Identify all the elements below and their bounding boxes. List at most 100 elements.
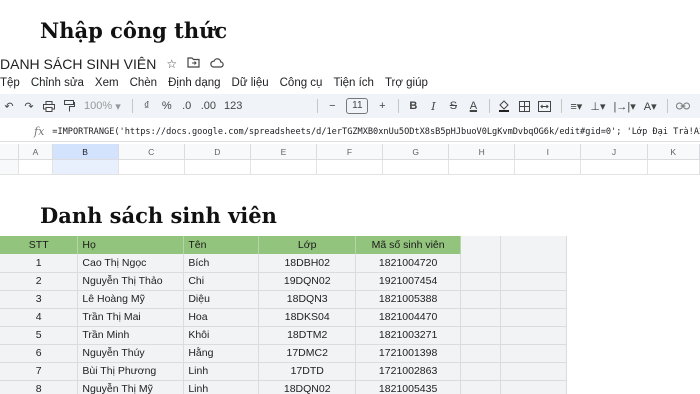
cell-lop[interactable]: 18DQN02 xyxy=(258,380,357,394)
menu-file[interactable]: Tệp xyxy=(0,77,20,89)
formula-input[interactable]: =IMPORTRANGE('https://docs.google.com/sp… xyxy=(52,127,700,137)
cell[interactable] xyxy=(316,160,384,175)
cell-ho[interactable]: Nguyễn Thị Mỹ xyxy=(77,380,185,394)
cell-ma-so[interactable]: 1821004720 xyxy=(355,254,462,273)
cell-ho[interactable]: Cao Thị Ngọc xyxy=(77,254,185,273)
menu-view[interactable]: Xem xyxy=(95,77,119,89)
cell[interactable] xyxy=(515,160,582,175)
cell-ho[interactable]: Trần Minh xyxy=(77,326,185,345)
currency-format-button[interactable]: ₫ xyxy=(138,96,156,116)
redo-icon[interactable]: ↷ xyxy=(20,96,38,116)
cell-ten[interactable]: Hoa xyxy=(183,308,260,327)
empty-cell[interactable] xyxy=(500,308,567,327)
cell[interactable] xyxy=(184,160,251,175)
document-title[interactable]: DANH SÁCH SINH VIÊN xyxy=(0,56,156,72)
column-header-c[interactable]: C xyxy=(119,144,185,159)
cell-stt[interactable]: 8 xyxy=(0,380,79,394)
cell-ma-so[interactable]: 1721001398 xyxy=(355,344,462,363)
paint-format-icon[interactable] xyxy=(60,96,78,116)
strikethrough-icon[interactable]: S xyxy=(444,96,462,116)
folder-move-icon[interactable] xyxy=(187,57,200,71)
empty-cell[interactable] xyxy=(500,290,567,309)
header-ma-so[interactable]: Mã số sinh viên xyxy=(355,236,462,254)
decrease-decimal-button[interactable]: .0 xyxy=(178,96,196,116)
undo-icon[interactable]: ↶ xyxy=(0,96,18,116)
cell-ten[interactable]: Hằng xyxy=(183,344,260,363)
italic-icon[interactable]: I xyxy=(424,96,442,116)
cell[interactable] xyxy=(118,160,185,175)
column-header-f[interactable]: F xyxy=(317,144,384,159)
column-header-a[interactable]: A xyxy=(19,144,53,159)
vertical-align-icon[interactable]: ⊥▾ xyxy=(587,96,608,116)
text-rotation-icon[interactable]: A▾ xyxy=(641,96,660,116)
column-header-h[interactable]: H xyxy=(449,144,516,159)
cell[interactable] xyxy=(449,160,516,175)
menu-extensions[interactable]: Tiện ích xyxy=(333,77,373,89)
header-ten[interactable]: Tên xyxy=(183,236,260,254)
empty-cell[interactable] xyxy=(500,254,567,273)
cell-ho[interactable]: Nguyễn Thị Thảo xyxy=(77,272,185,291)
cell-ho[interactable]: Bùi Thị Phương xyxy=(77,362,185,381)
empty-cell[interactable] xyxy=(460,254,502,273)
increase-decimal-button[interactable]: .00 xyxy=(198,96,219,116)
cell-ma-so[interactable]: 1821003271 xyxy=(355,326,462,345)
empty-cell[interactable] xyxy=(460,308,502,327)
cell-stt[interactable]: 2 xyxy=(0,272,79,291)
cell[interactable] xyxy=(383,160,450,175)
cell-ma-so[interactable]: 1821005435 xyxy=(355,380,462,394)
cell-ho[interactable]: Trần Thị Mai xyxy=(77,308,185,327)
column-header-i[interactable]: I xyxy=(515,144,582,159)
font-size-input[interactable]: 11 xyxy=(343,96,371,116)
empty-cell[interactable] xyxy=(460,380,502,394)
cell-ten[interactable]: Diệu xyxy=(183,290,260,309)
cell-lop[interactable]: 17DMC2 xyxy=(258,344,357,363)
cell-ma-so[interactable]: 1721002863 xyxy=(355,362,462,381)
cell-lop[interactable]: 17DTD xyxy=(258,362,357,381)
header-stt[interactable]: STT xyxy=(0,236,79,254)
empty-cell[interactable] xyxy=(500,344,567,363)
merge-cells-icon[interactable] xyxy=(535,96,554,116)
menu-insert[interactable]: Chèn xyxy=(130,77,158,89)
fill-color-icon[interactable] xyxy=(495,96,513,116)
cell-lop[interactable]: 18DBH02 xyxy=(258,254,357,273)
empty-cell[interactable] xyxy=(460,362,502,381)
menu-tools[interactable]: Công cụ xyxy=(280,77,323,89)
cell-ten[interactable]: Linh xyxy=(183,362,260,381)
empty-cell[interactable] xyxy=(500,380,567,394)
column-header-d[interactable]: D xyxy=(185,144,251,159)
cell-ten[interactable]: Linh xyxy=(183,380,260,394)
cell-stt[interactable]: 5 xyxy=(0,326,79,345)
cell-ten[interactable]: Khôi xyxy=(183,326,260,345)
text-color-icon[interactable]: A xyxy=(464,96,482,116)
cell-lop[interactable]: 19DQN02 xyxy=(258,272,357,291)
empty-cell[interactable] xyxy=(460,272,502,291)
column-header-b[interactable]: B xyxy=(52,144,119,159)
font-size-increase-button[interactable]: + xyxy=(373,96,391,116)
row-header[interactable] xyxy=(0,160,20,175)
cell-ho[interactable]: Nguyễn Thúy xyxy=(77,344,185,363)
empty-cell[interactable] xyxy=(500,362,567,381)
cell-lop[interactable]: 18DTM2 xyxy=(258,326,357,345)
font-size-decrease-button[interactable]: − xyxy=(323,96,341,116)
cell-stt[interactable]: 4 xyxy=(0,308,79,327)
cell-ten[interactable]: Bích xyxy=(183,254,260,273)
cell[interactable] xyxy=(52,160,119,175)
cell-lop[interactable]: 18DKS04 xyxy=(258,308,357,327)
cell-lop[interactable]: 18DQN3 xyxy=(258,290,357,309)
cell[interactable] xyxy=(250,160,317,175)
empty-cell[interactable] xyxy=(500,326,567,345)
cell-ma-so[interactable]: 1821005388 xyxy=(355,290,462,309)
text-wrap-icon[interactable]: |→|▾ xyxy=(610,96,638,116)
cell-ma-so[interactable]: 1921007454 xyxy=(355,272,462,291)
cell-ho[interactable]: Lê Hoàng Mỹ xyxy=(77,290,185,309)
menu-edit[interactable]: Chỉnh sửa xyxy=(31,77,84,89)
cell-ten[interactable]: Chi xyxy=(183,272,260,291)
number-format-button[interactable]: 123 xyxy=(221,96,245,116)
cell[interactable] xyxy=(19,160,53,175)
print-icon[interactable] xyxy=(40,96,58,116)
cell-stt[interactable]: 6 xyxy=(0,344,79,363)
header-lop[interactable]: Lớp xyxy=(258,236,357,254)
column-header-k[interactable]: K xyxy=(648,144,700,159)
empty-cell[interactable] xyxy=(460,326,502,345)
cell-stt[interactable]: 7 xyxy=(0,362,79,381)
